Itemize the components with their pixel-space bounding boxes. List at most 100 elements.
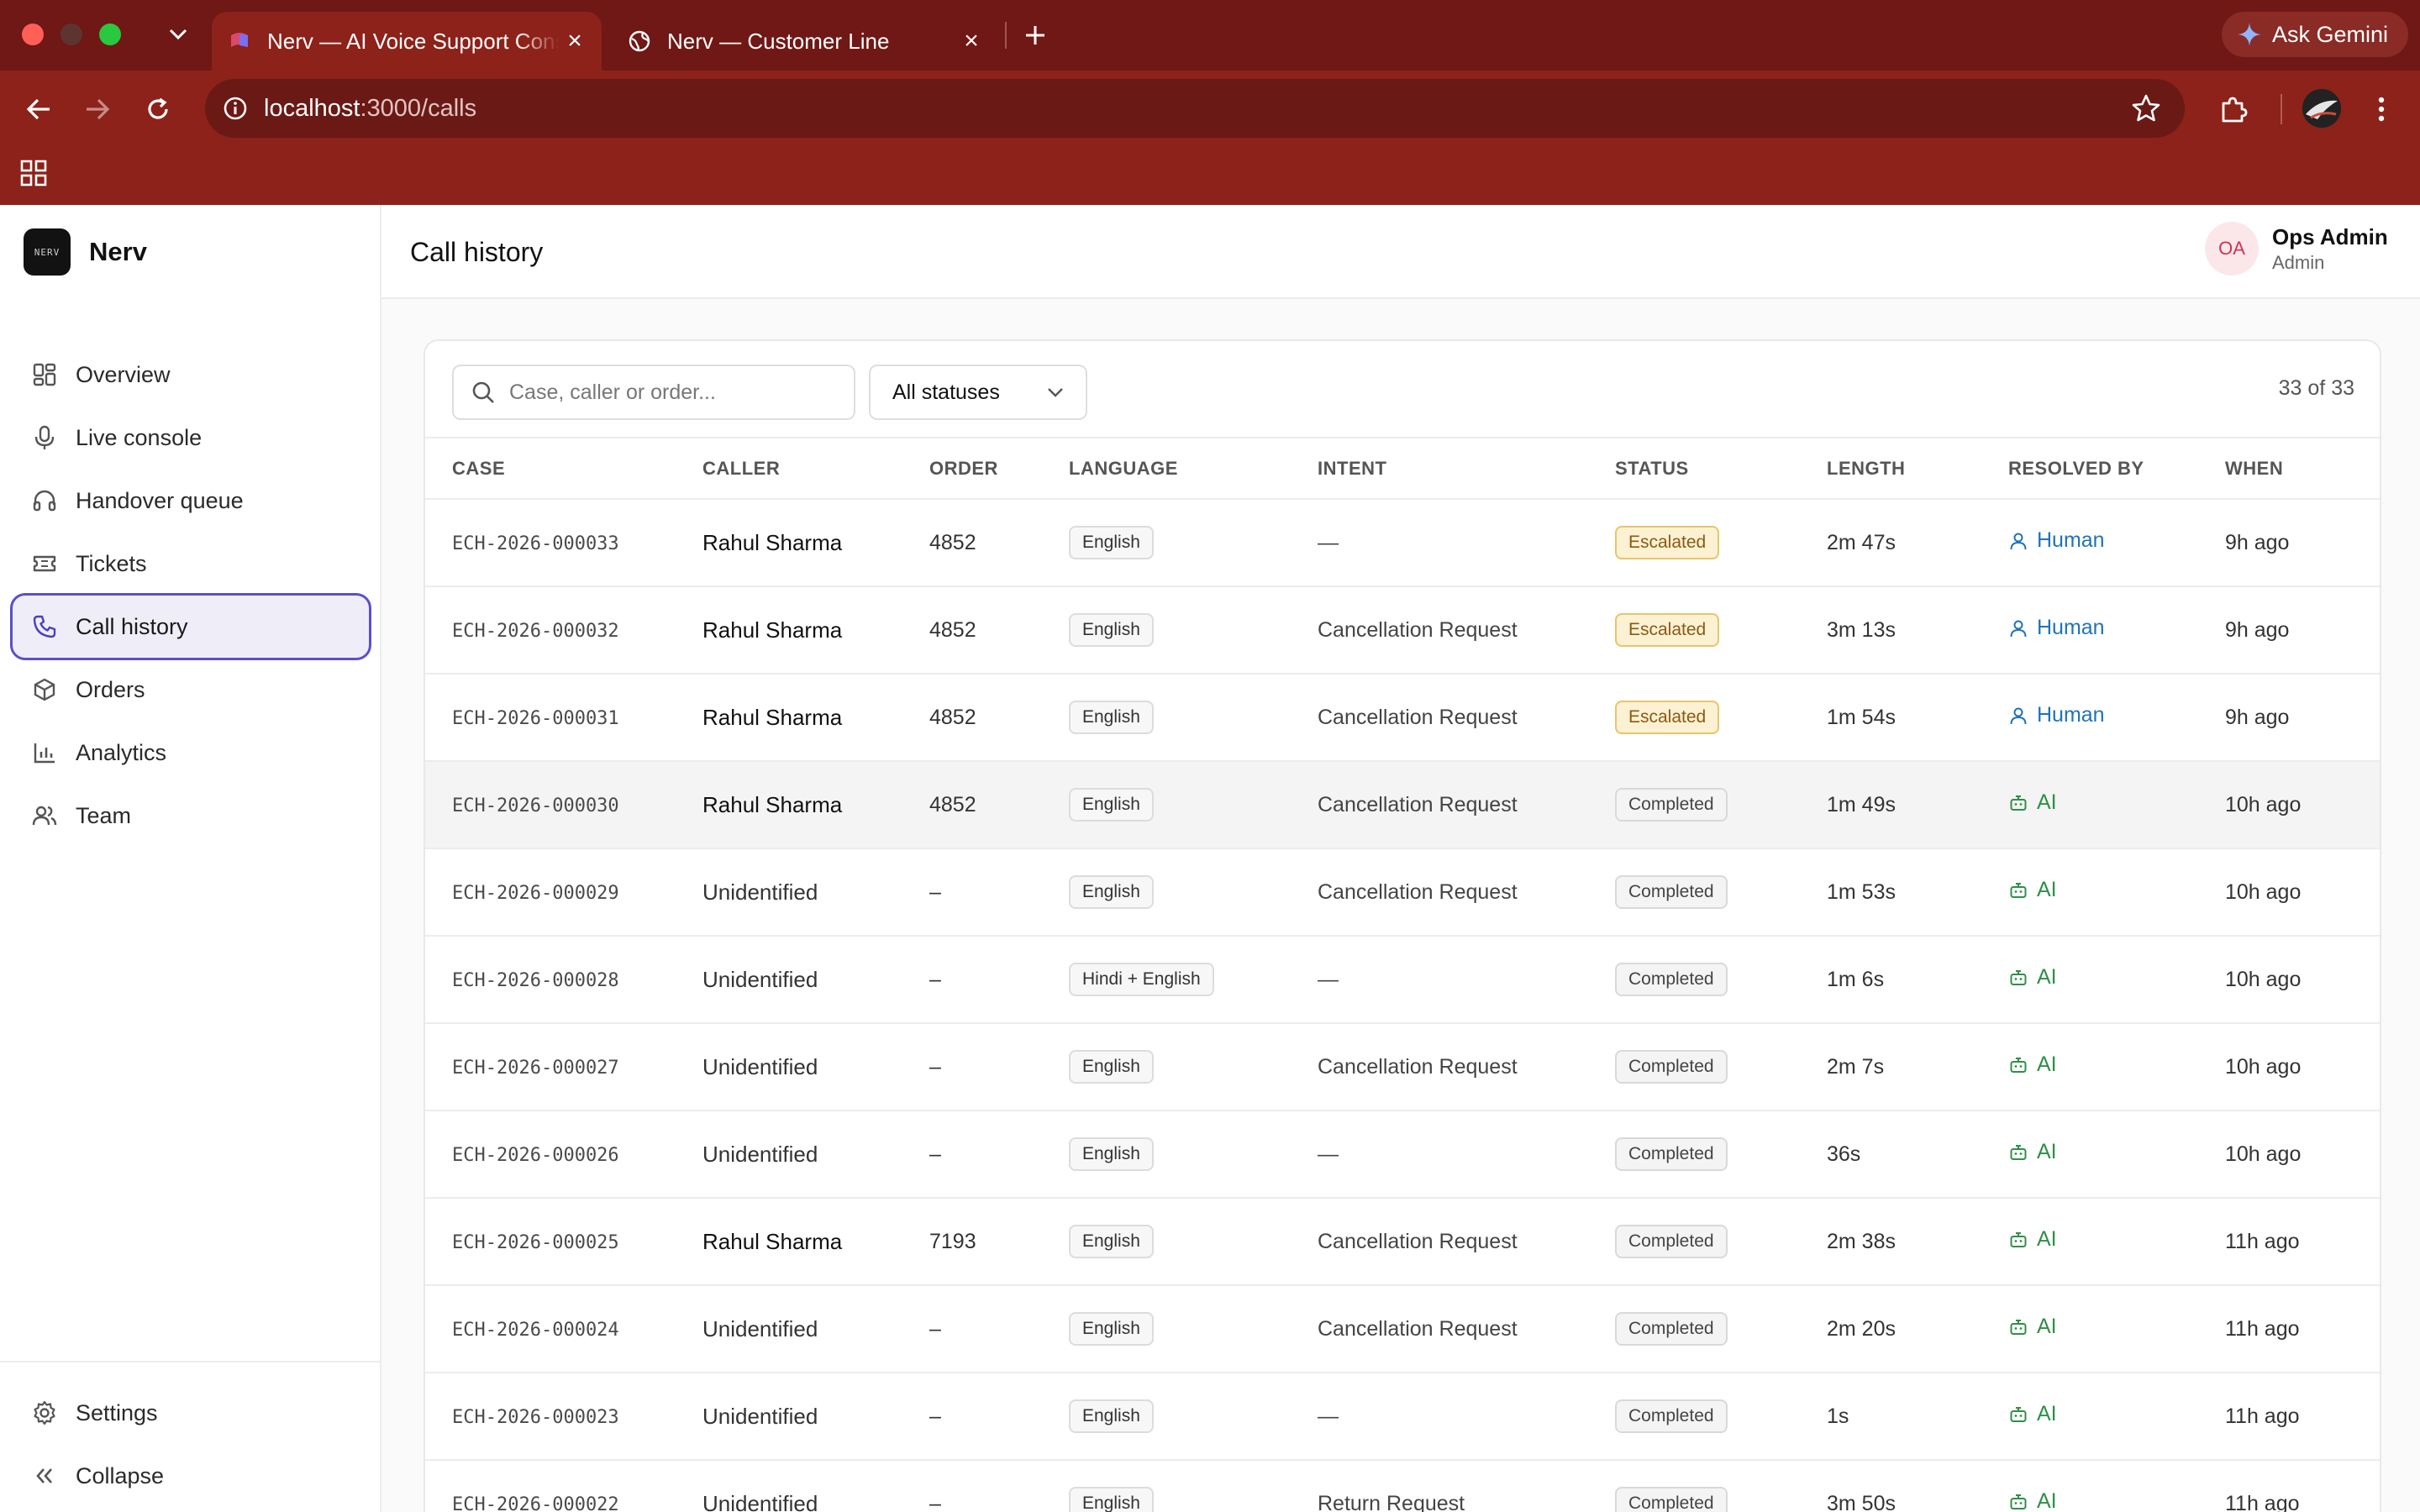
case-id[interactable]: ECH-2026-000023 [452, 1407, 619, 1428]
bookmark-star-icon[interactable] [2129, 92, 2163, 125]
bar-chart-icon [30, 738, 59, 767]
table-body: ECH-2026-000033 Rahul Sharma 4852 English — E… [425, 499, 2380, 1512]
column-header[interactable]: LENGTH [1827, 438, 2008, 500]
table-row[interactable]: ECH-2026-000032 Rahul Sharma 4852 English Ca… [425, 586, 2380, 675]
sidebar-item-tickets[interactable]: Tickets [10, 530, 371, 597]
column-header[interactable]: CASE [425, 438, 702, 500]
case-id[interactable]: ECH-2026-000030 [452, 795, 619, 816]
case-id[interactable]: ECH-2026-000028 [452, 970, 619, 991]
address-bar[interactable]: localhost:3000/calls [205, 79, 2185, 138]
profile-avatar[interactable] [2302, 89, 2341, 128]
column-header[interactable]: WHEN [2225, 438, 2380, 500]
table-row[interactable]: ECH-2026-000033 Rahul Sharma 4852 English — E… [425, 499, 2380, 587]
forward-arrow-icon[interactable] [76, 87, 119, 131]
column-header[interactable]: RESOLVED BY [2008, 438, 2225, 500]
window-close-button[interactable] [22, 24, 44, 45]
main-content: Call history OA Ops Admin Admin All stat… [381, 205, 2420, 1512]
app-root: NERV Nerv Overview Live console Handover… [0, 205, 2420, 1512]
case-id[interactable]: ECH-2026-000027 [452, 1058, 619, 1079]
caller-name: Rahul Sharma [702, 617, 843, 643]
status-badge: Completed [1615, 1137, 1728, 1171]
sidebar-item-label: Call history [76, 613, 188, 639]
toolbar-divider [2281, 94, 2282, 124]
table-row[interactable]: ECH-2026-000030 Rahul Sharma 4852 English Ca… [425, 761, 2380, 849]
case-id[interactable]: ECH-2026-000029 [452, 883, 619, 904]
site-info-icon[interactable] [218, 92, 252, 125]
call-length: 1m 54s [1827, 705, 1896, 729]
sidebar-item-call-history[interactable]: Call history [10, 593, 371, 660]
case-id[interactable]: ECH-2026-000033 [452, 533, 619, 554]
tab-close-icon[interactable]: × [956, 26, 986, 56]
status-filter-select[interactable]: All statuses [869, 365, 1087, 420]
table-row[interactable]: ECH-2026-000031 Rahul Sharma 4852 English Ca… [425, 674, 2380, 762]
call-time: 11h ago [2225, 1229, 2300, 1253]
brand[interactable]: NERV Nerv [24, 228, 147, 276]
search-icon [472, 381, 494, 403]
user-icon [2008, 531, 2028, 551]
table-row[interactable]: ECH-2026-000024 Unidentified – English Cance… [425, 1285, 2380, 1373]
sidebar-item-handover-queue[interactable]: Handover queue [10, 467, 371, 534]
status-badge: Completed [1615, 1399, 1728, 1433]
case-id[interactable]: ECH-2026-000022 [452, 1494, 619, 1512]
user-role: Admin [2272, 251, 2325, 273]
column-header[interactable]: INTENT [1318, 438, 1615, 500]
case-id[interactable]: ECH-2026-000031 [452, 708, 619, 729]
table-row[interactable]: ECH-2026-000022 Unidentified – English Retur… [425, 1460, 2380, 1512]
call-time: 11h ago [2225, 1404, 2300, 1428]
case-id[interactable]: ECH-2026-000026 [452, 1145, 619, 1166]
browser-tab-console[interactable]: Nerv — AI Voice Support Console × [212, 12, 602, 71]
nerv-logo: NERV [24, 228, 71, 276]
globe-icon [629, 30, 650, 52]
chevrons-left-icon [30, 1462, 59, 1490]
column-header[interactable]: CALLER [702, 438, 929, 500]
resolved-by: AI [2008, 1315, 2057, 1339]
user-menu[interactable]: OA Ops Admin Admin [2205, 222, 2388, 276]
case-id[interactable]: ECH-2026-000024 [452, 1320, 619, 1341]
browser-toolbar: localhost:3000/calls [0, 71, 2420, 215]
table-row[interactable]: ECH-2026-000029 Unidentified – English Cance… [425, 848, 2380, 937]
collapse-sidebar-button[interactable]: Collapse [10, 1442, 371, 1509]
table-row[interactable]: ECH-2026-000027 Unidentified – English Cance… [425, 1023, 2380, 1111]
search-input[interactable] [509, 380, 845, 405]
sidebar-item-live-console[interactable]: Live console [10, 404, 371, 471]
sidebar-item-team[interactable]: Team [10, 782, 371, 849]
column-header[interactable]: STATUS [1615, 438, 1827, 500]
window-maximize-button[interactable] [99, 24, 121, 45]
resolved-by-label: AI [2037, 1227, 2057, 1252]
column-header[interactable]: LANGUAGE [1069, 438, 1318, 500]
robot-icon [2008, 1142, 2028, 1163]
table-row[interactable]: ECH-2026-000025 Rahul Sharma 7193 English Ca… [425, 1198, 2380, 1286]
sidebar-item-analytics[interactable]: Analytics [10, 719, 371, 786]
back-arrow-icon[interactable] [17, 87, 60, 131]
robot-icon [2008, 1317, 2028, 1337]
order-number: – [929, 1054, 941, 1079]
tab-title: Nerv — Customer Line [667, 28, 890, 54]
resolved-by-label: AI [2037, 878, 2057, 902]
table-row[interactable]: ECH-2026-000023 Unidentified – English — Comp… [425, 1373, 2380, 1461]
tab-close-icon[interactable]: × [560, 26, 590, 56]
window-minimize-button[interactable] [60, 24, 82, 45]
browser-menu-kebab-icon[interactable] [2365, 87, 2398, 131]
new-tab-plus-icon[interactable] [1018, 18, 1052, 52]
call-time: 10h ago [2225, 1142, 2302, 1166]
search-box[interactable] [452, 365, 855, 420]
tab-groups-grid-icon[interactable] [15, 155, 52, 192]
sidebar-item-settings[interactable]: Settings [10, 1379, 371, 1446]
ask-gemini-button[interactable]: Ask Gemini [2222, 12, 2408, 57]
sidebar-footer: Settings Collapse [0, 1361, 380, 1488]
language-badge: English [1069, 788, 1154, 822]
reload-icon[interactable] [136, 87, 180, 131]
status-badge: Completed [1615, 1050, 1728, 1084]
tab-search-chevron-icon[interactable] [165, 20, 192, 49]
tab-title: Nerv — AI Voice Support Console [267, 28, 560, 54]
sidebar-item-orders[interactable]: Orders [10, 656, 371, 723]
order-number: – [929, 879, 941, 904]
extensions-puzzle-icon[interactable] [2212, 87, 2255, 131]
sidebar-item-overview[interactable]: Overview [10, 341, 371, 408]
table-row[interactable]: ECH-2026-000026 Unidentified – English — Comp… [425, 1110, 2380, 1199]
column-header[interactable]: ORDER [929, 438, 1069, 500]
table-row[interactable]: ECH-2026-000028 Unidentified – Hindi + Engl… [425, 936, 2380, 1024]
case-id[interactable]: ECH-2026-000025 [452, 1232, 619, 1253]
browser-tab-customer-line[interactable]: Nerv — Customer Line × [612, 12, 998, 71]
case-id[interactable]: ECH-2026-000032 [452, 621, 619, 642]
